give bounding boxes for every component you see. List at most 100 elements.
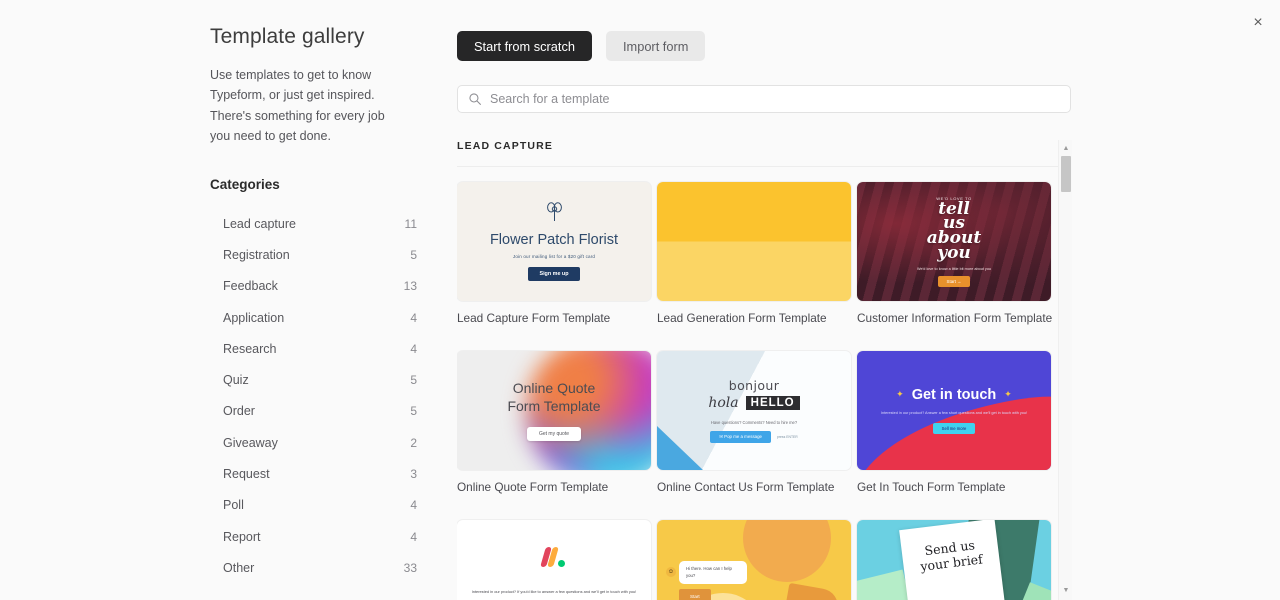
preview-subtitle: We'd love to know a little bit more abou… — [916, 267, 992, 272]
category-label: Research — [223, 341, 277, 356]
category-count: 3 — [410, 467, 417, 482]
template-label: Get In Touch Form Template — [857, 480, 1006, 494]
template-thumbnail: ✦ Get in touch ✦ Interested in our produ… — [857, 351, 1051, 470]
template-card-lead-generation[interactable]: Lead Generation Form Template — [657, 182, 851, 325]
action-buttons: Start from scratch Import form — [457, 31, 1077, 61]
sidebar-item-quiz[interactable]: Quiz 5 — [210, 364, 425, 395]
preview-button: Get my quote — [526, 427, 581, 442]
gallery-description: Use templates to get to know Typeform, o… — [210, 68, 385, 143]
preview-button: Sign me up — [528, 267, 580, 281]
sidebar-item-poll[interactable]: Poll 4 — [210, 490, 425, 521]
preview-message: Hi there. How can I help you? — [679, 561, 747, 585]
template-card-lead-qualification[interactable]: ☺ Hi there. How can I help you? Start Le… — [657, 520, 851, 600]
preview-subtitle: Have questions? Comments? Need to hire m… — [710, 420, 798, 425]
template-card-online-quote[interactable]: Online Quote Form Template Get my quote … — [457, 351, 651, 494]
category-count: 4 — [410, 498, 417, 513]
category-count: 5 — [410, 404, 417, 419]
preview-word-hola: hola — [708, 395, 739, 411]
sidebar-item-application[interactable]: Application 4 — [210, 302, 425, 333]
sidebar-item-report[interactable]: Report 4 — [210, 521, 425, 552]
start-from-scratch-button[interactable]: Start from scratch — [457, 31, 592, 61]
template-label: Lead Capture Form Template — [457, 311, 611, 325]
template-thumbnail: ☺ Hi there. How can I help you? Start — [657, 520, 851, 600]
scroll-up-icon[interactable]: ▲ — [1059, 142, 1073, 155]
template-scroll-area[interactable]: Flower Patch Florist Join our mailing li… — [457, 166, 1071, 600]
category-label: Other — [223, 560, 255, 575]
preview-title: Flower Patch Florist — [489, 232, 619, 248]
brand-logo-icon — [540, 547, 565, 568]
preview-button: Start → — [937, 276, 971, 288]
category-label: Order — [223, 404, 255, 419]
category-count: 33 — [403, 560, 417, 575]
sidebar-item-research[interactable]: Research 4 — [210, 333, 425, 364]
template-label: Lead Generation Form Template — [657, 311, 827, 325]
sparkle-icon: ✦ — [1004, 389, 1012, 400]
template-card-lead-generation-monday[interactable]: Interested in our product? If you'd like… — [457, 520, 651, 600]
import-form-button[interactable]: Import form — [605, 31, 706, 61]
orange-circle-shape — [743, 520, 831, 582]
category-count: 4 — [410, 341, 417, 356]
category-label: Feedback — [223, 279, 278, 294]
sidebar-item-request[interactable]: Request 3 — [210, 458, 425, 489]
sidebar: Template gallery Use templates to get to… — [210, 0, 425, 600]
preview-word-bonjour: bonjour — [728, 378, 780, 393]
template-card-customer-information[interactable]: WE'D LOVE TO tell us about you We'd love… — [857, 182, 1053, 325]
section-heading: LEAD CAPTURE — [457, 140, 554, 152]
sidebar-item-giveaway[interactable]: Giveaway 2 — [210, 427, 425, 458]
page-title: Template gallery — [210, 25, 365, 48]
template-thumbnail: WE'D LOVE TO tell us about you We'd love… — [857, 182, 1051, 301]
search-input[interactable] — [457, 85, 1071, 113]
category-label: Application — [223, 310, 285, 325]
sidebar-item-lead-capture[interactable]: Lead capture 11 — [210, 208, 425, 239]
orange-polygon-shape — [781, 582, 841, 600]
template-thumbnail: Interested in our product? If you'd like… — [457, 520, 651, 600]
sparkle-icon: ✦ — [896, 389, 904, 400]
scroll-down-icon[interactable]: ▼ — [1059, 584, 1073, 597]
avatar: ☺ — [666, 567, 676, 577]
preview-title: Get in touch — [911, 386, 997, 403]
preview-link: press ENTER — [777, 435, 798, 439]
scrollbar-thumb[interactable] — [1061, 156, 1071, 192]
category-count: 5 — [410, 373, 417, 388]
template-label: Customer Information Form Template — [857, 311, 1053, 325]
category-count: 4 — [410, 310, 417, 325]
preview-button: ✉ Pop me a message — [710, 431, 771, 443]
template-thumbnail: Send us your brief Let's get your ideas,… — [857, 520, 1051, 600]
preview-title: Send us your brief — [919, 537, 984, 574]
preview-subtitle: Join our mailing list for a $20 gift car… — [512, 254, 596, 259]
category-count: 13 — [403, 279, 417, 294]
category-count: 11 — [404, 216, 417, 231]
preview-button: Sell me more — [932, 423, 976, 435]
template-card-creative-brief[interactable]: Send us your brief Let's get your ideas,… — [857, 520, 1051, 600]
main-content: Start from scratch Import form LEAD CAPT… — [457, 0, 1077, 600]
template-thumbnail: Online Quote Form Template Get my quote — [457, 351, 651, 470]
paper-sheet: Send us your brief — [899, 520, 1009, 600]
category-count: 4 — [410, 529, 417, 544]
sidebar-item-feedback[interactable]: Feedback 13 — [210, 271, 425, 302]
preview-subtitle: Interested in our product? Answer a few … — [880, 410, 1028, 415]
category-label: Poll — [223, 498, 244, 513]
template-label: Online Quote Form Template — [457, 480, 609, 494]
template-card-online-contact-us[interactable]: bonjour hola HELLO Have questions? Comme… — [657, 351, 851, 494]
sidebar-item-other[interactable]: Other 33 — [210, 552, 425, 583]
template-card-get-in-touch[interactable]: ✦ Get in touch ✦ Interested in our produ… — [857, 351, 1051, 494]
category-count: 5 — [410, 247, 417, 262]
vertical-scrollbar[interactable]: ▲ ▼ — [1058, 140, 1072, 600]
categories-heading: Categories — [210, 177, 280, 192]
flower-icon — [546, 202, 562, 221]
preview-title: tell us about you — [926, 198, 982, 263]
preview-word-hello: HELLO — [745, 396, 800, 410]
category-label: Giveaway — [223, 435, 278, 450]
template-thumbnail: Flower Patch Florist Join our mailing li… — [457, 182, 651, 301]
template-card-lead-capture[interactable]: Flower Patch Florist Join our mailing li… — [457, 182, 651, 325]
category-label: Registration — [223, 247, 290, 262]
template-label: Online Contact Us Form Template — [657, 480, 835, 494]
category-count: 2 — [410, 435, 417, 450]
close-icon[interactable]: × — [1246, 11, 1270, 35]
template-gallery-modal: × Template gallery Use templates to get … — [0, 0, 1280, 600]
category-list: Lead capture 11 Registration 5 Feedback … — [210, 208, 425, 584]
sidebar-item-registration[interactable]: Registration 5 — [210, 239, 425, 270]
sidebar-item-order[interactable]: Order 5 — [210, 396, 425, 427]
category-label: Report — [223, 529, 261, 544]
template-thumbnail: bonjour hola HELLO Have questions? Comme… — [657, 351, 851, 470]
